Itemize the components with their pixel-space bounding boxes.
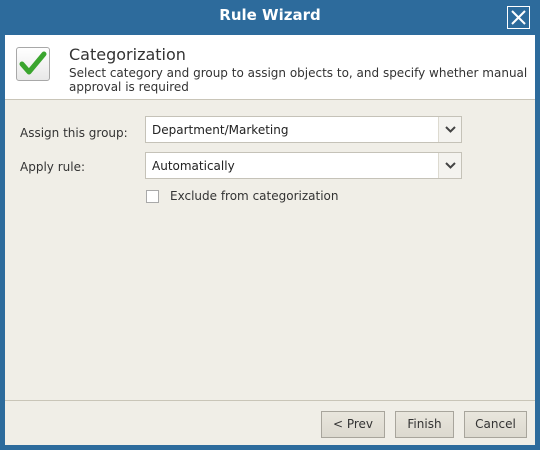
chevron-down-icon xyxy=(445,126,456,133)
step-description: Select category and group to assign obje… xyxy=(69,66,528,94)
apply-rule-value: Automatically xyxy=(152,159,235,173)
exclude-checkbox[interactable] xyxy=(146,190,159,203)
cancel-button[interactable]: Cancel xyxy=(464,411,527,438)
assign-group-label: Assign this group: xyxy=(20,126,128,140)
wizard-header: Categorization Select category and group… xyxy=(5,35,535,100)
assign-group-value: Department/Marketing xyxy=(152,123,289,137)
step-title: Categorization xyxy=(69,45,186,64)
rule-wizard-window: Rule Wizard Categorization Select catego… xyxy=(0,0,540,450)
chevron-down-icon xyxy=(445,162,456,169)
apply-rule-dropdown[interactable]: Automatically xyxy=(145,152,462,179)
exclude-checkbox-label[interactable]: Exclude from categorization xyxy=(170,189,338,203)
prev-button[interactable]: < Prev xyxy=(321,411,385,438)
finish-button[interactable]: Finish xyxy=(395,411,454,438)
checkmark-icon xyxy=(16,47,50,81)
dropdown-arrow[interactable] xyxy=(438,117,461,142)
close-icon xyxy=(511,10,526,25)
title-bar: Rule Wizard xyxy=(0,0,540,35)
window-title: Rule Wizard xyxy=(219,6,321,24)
wizard-footer: < Prev Finish Cancel xyxy=(5,400,535,445)
apply-rule-label: Apply rule: xyxy=(20,160,85,174)
assign-group-dropdown[interactable]: Department/Marketing xyxy=(145,116,462,143)
dropdown-arrow[interactable] xyxy=(438,153,461,178)
wizard-body: Assign this group: Department/Marketing … xyxy=(5,100,535,400)
close-button[interactable] xyxy=(507,6,530,29)
